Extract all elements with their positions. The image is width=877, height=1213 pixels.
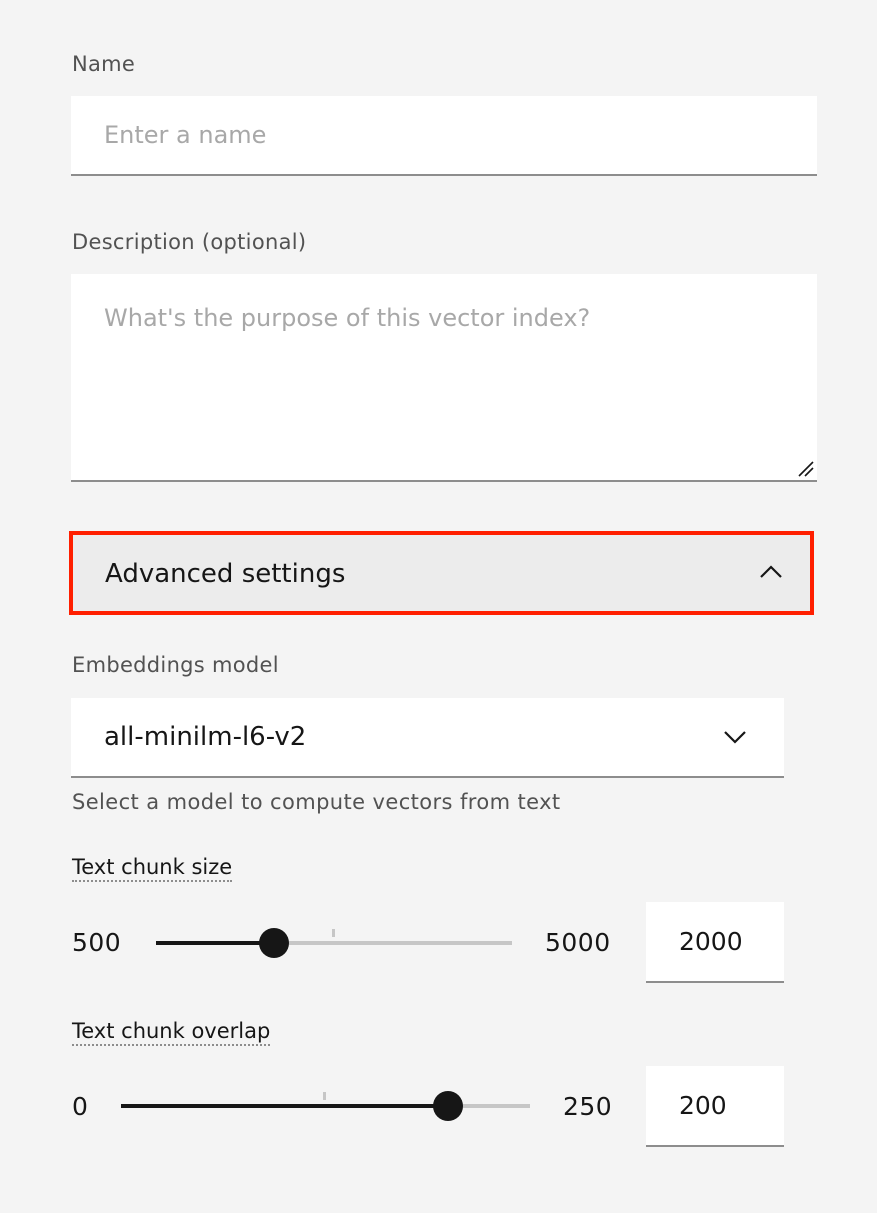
chunk-size-tick [332, 929, 335, 937]
name-input[interactable] [71, 96, 817, 176]
chunk-overlap-input[interactable] [646, 1066, 784, 1147]
chunk-size-max: 5000 [545, 928, 611, 957]
description-textarea[interactable] [71, 274, 817, 482]
chevron-down-icon [724, 731, 746, 744]
resize-grip-icon[interactable] [797, 460, 815, 478]
chunk-size-thumb[interactable] [259, 928, 289, 958]
chunk-size-input[interactable] [646, 902, 784, 983]
chunk-size-min: 500 [72, 928, 122, 957]
chunk-overlap-tick [323, 1092, 326, 1100]
embeddings-helper-text: Select a model to compute vectors from t… [72, 790, 561, 814]
description-label: Description (optional) [72, 230, 307, 254]
chunk-size-track[interactable] [156, 929, 512, 945]
chunk-overlap-min: 0 [72, 1092, 89, 1121]
chunk-overlap-max: 250 [563, 1092, 613, 1121]
chunk-overlap-thumb[interactable] [433, 1091, 463, 1121]
embeddings-model-value: all-minilm-l6-v2 [104, 722, 307, 752]
accordion-title: Advanced settings [105, 559, 346, 589]
chunk-size-label: Text chunk size [72, 855, 233, 882]
name-label: Name [72, 52, 136, 76]
vector-index-form: Name Description (optional) Advanced set… [0, 0, 877, 1213]
chunk-overlap-track[interactable] [121, 1092, 530, 1108]
chunk-size-fill [156, 941, 274, 945]
embeddings-model-select[interactable]: all-minilm-l6-v2 [71, 698, 784, 778]
chevron-up-icon [760, 565, 782, 578]
advanced-settings-accordion[interactable]: Advanced settings [69, 531, 814, 615]
embeddings-model-label: Embeddings model [72, 653, 279, 677]
chunk-overlap-label: Text chunk overlap [72, 1019, 271, 1046]
chunk-overlap-fill [121, 1104, 448, 1108]
